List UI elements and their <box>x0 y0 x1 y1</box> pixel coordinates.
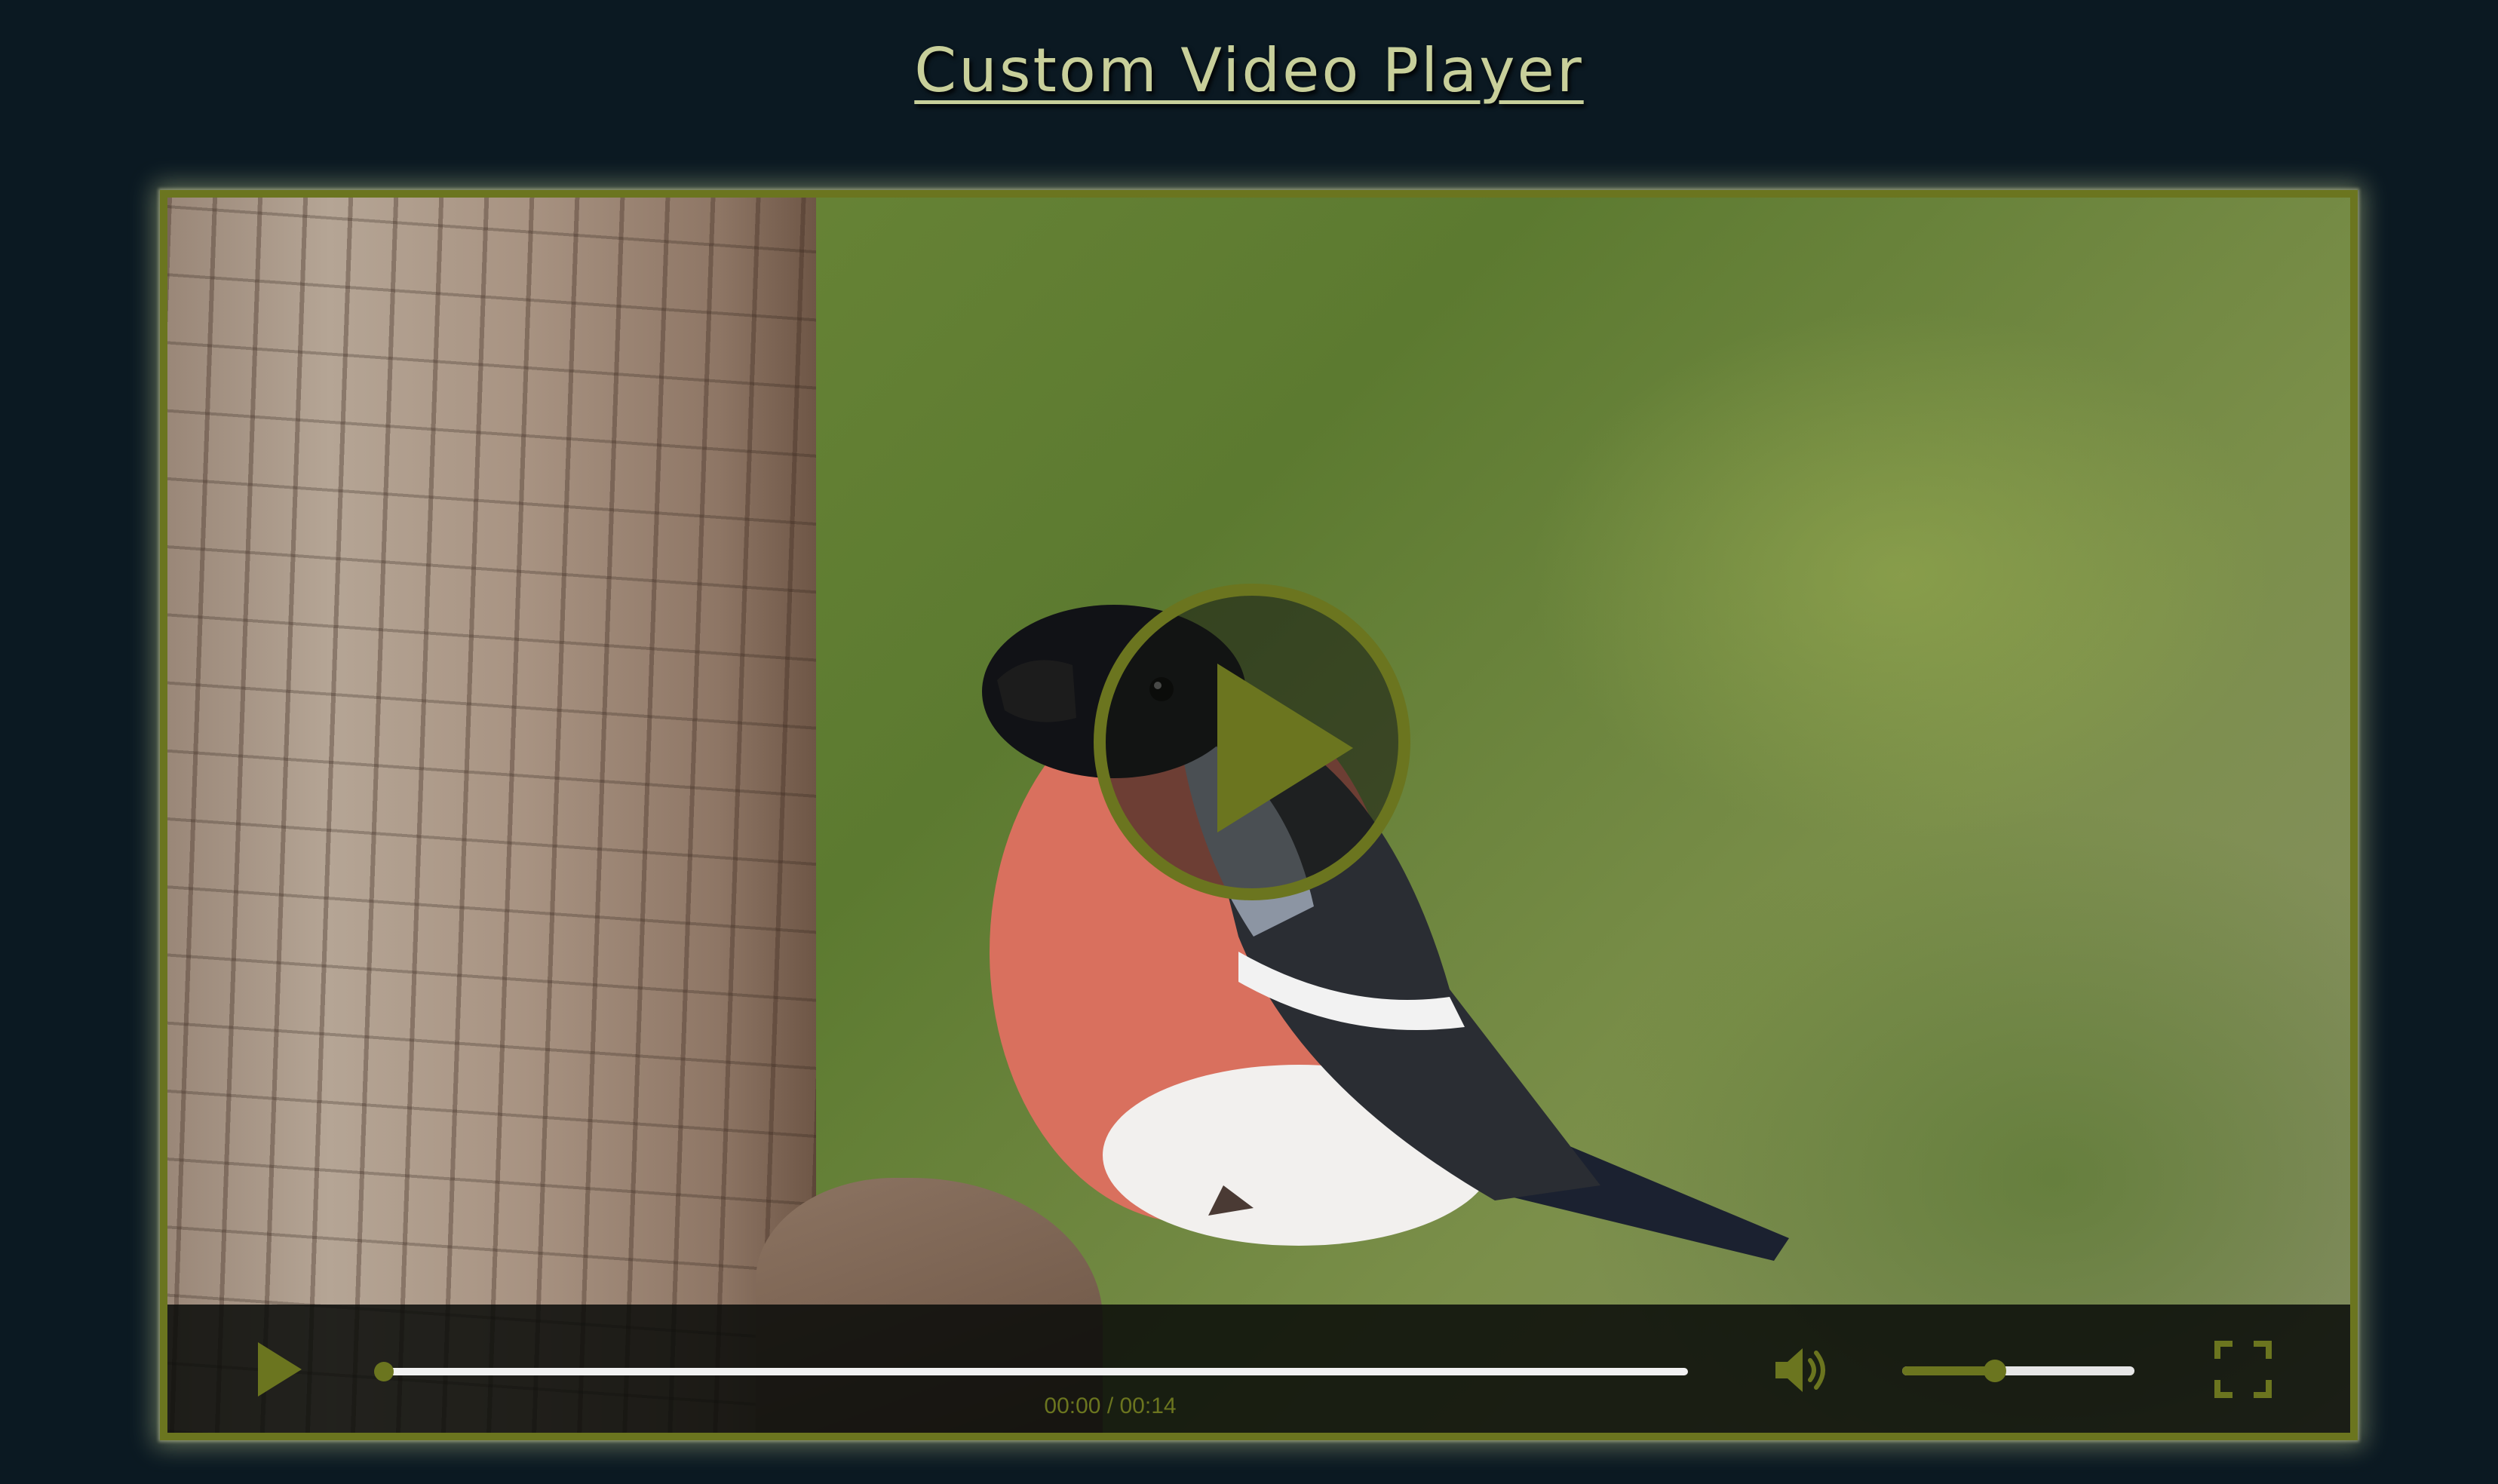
progress-thumb[interactable] <box>374 1362 394 1381</box>
progress-bar[interactable] <box>374 1362 1688 1381</box>
big-play-button[interactable] <box>1094 584 1410 900</box>
time-display: 00:00 / 00:14 <box>922 1394 1299 1419</box>
fullscreen-icon[interactable] <box>2213 1339 2273 1400</box>
play-icon <box>1217 664 1353 832</box>
time-separator: / <box>1100 1394 1120 1418</box>
volume-fill <box>1902 1366 1996 1375</box>
volume-thumb[interactable] <box>1984 1360 2007 1382</box>
duration: 00:14 <box>1119 1394 1177 1418</box>
volume-slider[interactable] <box>1902 1360 2134 1382</box>
play-button[interactable] <box>258 1342 302 1397</box>
control-bar: 00:00 / 00:14 <box>167 1305 2350 1433</box>
page-title: Custom Video Player <box>914 35 1584 106</box>
volume-icon[interactable] <box>1772 1344 1833 1397</box>
page: Custom Video Player 00:00 / 00:14 <box>0 0 2498 1484</box>
current-time: 00:00 <box>1044 1394 1101 1418</box>
video-player[interactable]: 00:00 / 00:14 <box>160 190 2358 1440</box>
